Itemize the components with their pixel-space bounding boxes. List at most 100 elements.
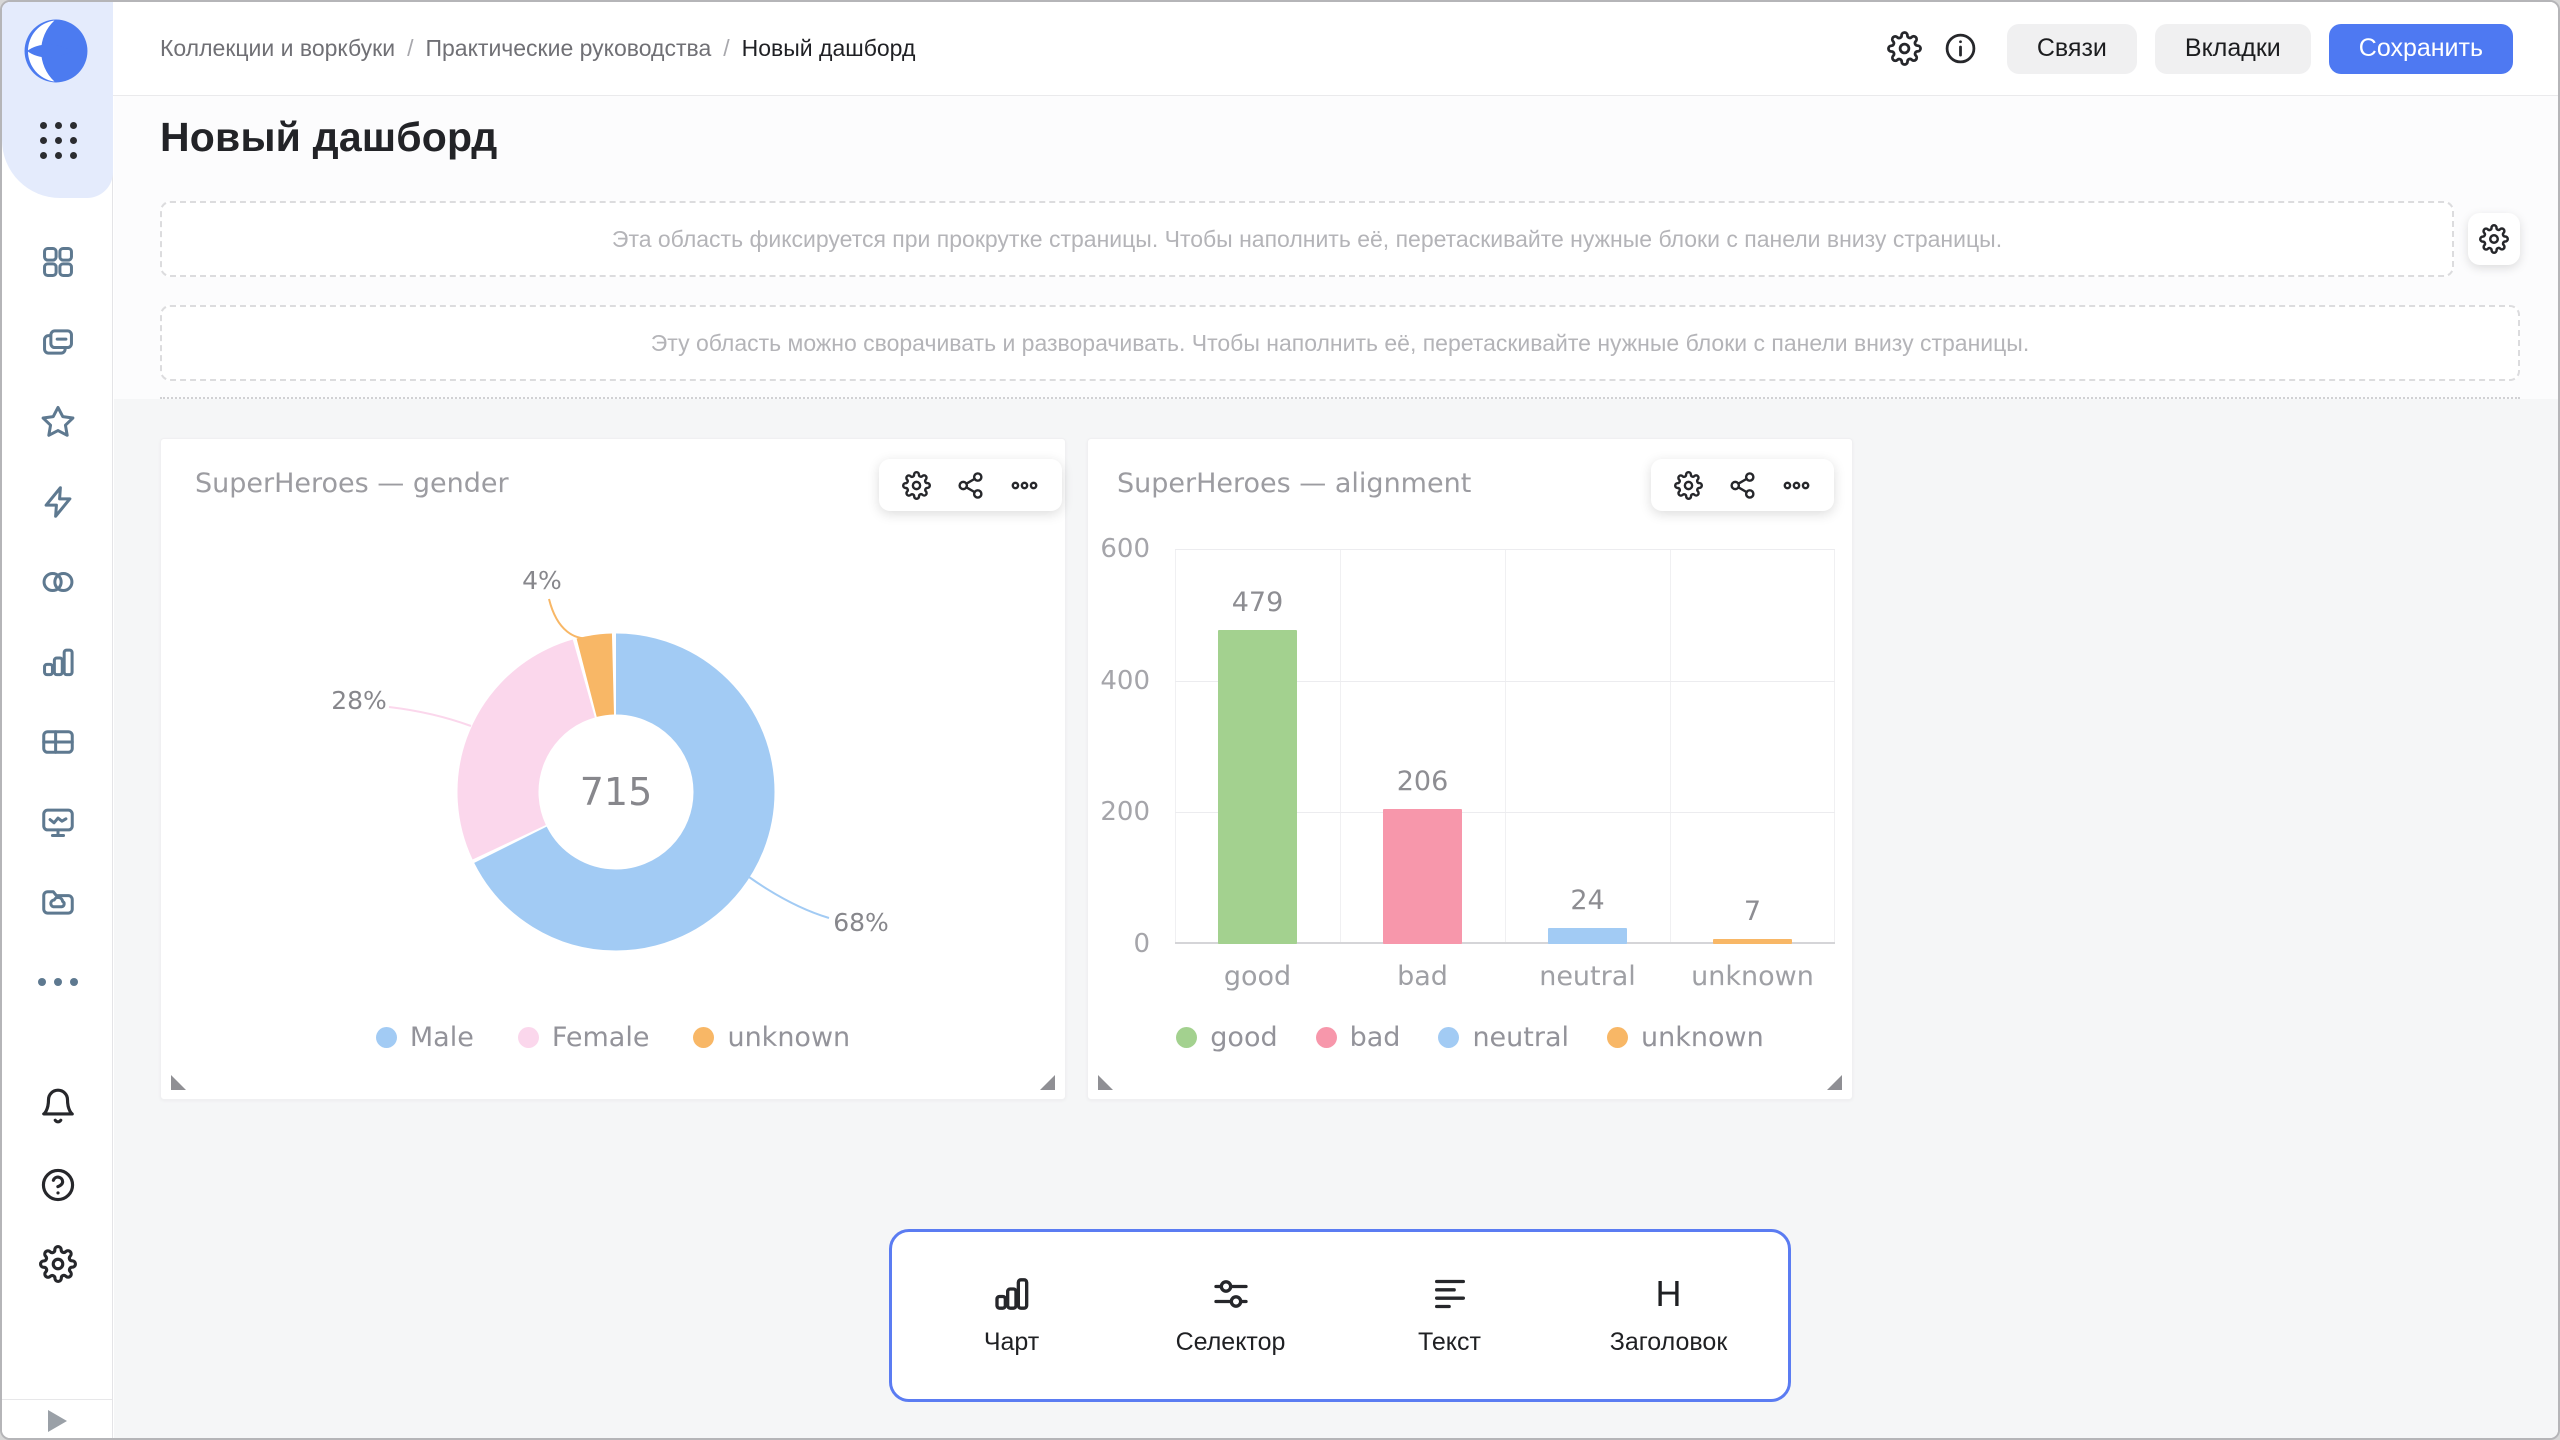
grid-icon <box>39 243 77 281</box>
leader-line-unknown <box>549 599 593 639</box>
fixed-area-placeholder[interactable]: Эта область фиксируется при прокрутке ст… <box>160 201 2454 277</box>
save-button[interactable]: Сохранить <box>2329 24 2513 74</box>
legend-item-good[interactable]: good <box>1176 1022 1277 1053</box>
ellipsis-icon <box>1010 471 1039 500</box>
sidebar-expand-button[interactable] <box>2 1399 112 1440</box>
widget-relations-button[interactable] <box>954 468 988 502</box>
sidebar-item-storage[interactable] <box>39 883 77 921</box>
bar-legend: good bad neutral unknown <box>1088 1022 1852 1053</box>
widget-settings-button[interactable] <box>1671 468 1705 502</box>
panel-item-label: Селектор <box>1176 1328 1286 1357</box>
gear-icon <box>1887 31 1922 66</box>
legend-marker <box>693 1027 714 1048</box>
legend-item-unknown[interactable]: unknown <box>1607 1022 1764 1053</box>
resize-handle-bottom-right[interactable] <box>1040 1075 1055 1090</box>
gear-icon <box>2479 224 2509 254</box>
header-separator <box>160 397 2520 399</box>
sidebar-item-overview[interactable] <box>39 243 77 281</box>
page-title: Новый дашборд <box>160 114 498 161</box>
sidebar-item-dashboards[interactable] <box>39 803 77 841</box>
bar-value: 206 <box>1340 766 1505 797</box>
breadcrumb-current: Новый дашборд <box>742 35 916 62</box>
sidebar-item-charts[interactable] <box>39 643 77 681</box>
widget-settings-button[interactable] <box>899 468 933 502</box>
sidebar-item-more[interactable] <box>39 963 77 1001</box>
info-icon <box>1943 31 1978 66</box>
bar-column-bad: 206 <box>1340 549 1505 944</box>
leader-line-female <box>389 707 471 726</box>
legend-item-male[interactable]: Male <box>376 1022 474 1053</box>
resize-handle-bottom-left[interactable] <box>171 1075 186 1090</box>
legend-item-bad[interactable]: bad <box>1316 1022 1401 1053</box>
panel-item-label: Заголовок <box>1610 1328 1728 1357</box>
info-button[interactable] <box>1933 21 1989 77</box>
apps-grid-icon[interactable] <box>40 122 77 159</box>
legend-item-unknown[interactable]: unknown <box>693 1022 850 1053</box>
donut-center-total: 715 <box>580 770 653 814</box>
y-tick-label: 200 <box>1088 797 1150 827</box>
gear-icon <box>1674 471 1703 500</box>
breadcrumb-separator: / <box>723 35 729 62</box>
sidebar-item-tables[interactable] <box>39 723 77 761</box>
dashboard-settings-button[interactable] <box>1877 21 1933 77</box>
relations-button[interactable]: Связи <box>2007 24 2137 74</box>
header-settings-button[interactable] <box>2468 213 2520 265</box>
legend-marker <box>1316 1027 1337 1048</box>
datalens-logo[interactable] <box>19 14 93 88</box>
sidebar-item-workbooks[interactable] <box>39 323 77 361</box>
legend-item-female[interactable]: Female <box>518 1022 650 1053</box>
bar-plot-area: 479 206 24 7 <box>1175 549 1835 944</box>
sidebar-item-datasets[interactable] <box>39 563 77 601</box>
widget-relations-button[interactable] <box>1726 468 1760 502</box>
panel-item-text[interactable]: Текст <box>1350 1274 1550 1357</box>
legend-marker <box>1176 1027 1197 1048</box>
panel-item-heading[interactable]: H Заголовок <box>1569 1274 1769 1357</box>
bar-unknown[interactable] <box>1713 939 1792 944</box>
breadcrumb: Коллекции и воркбуки / Практические руко… <box>160 2 915 95</box>
app-window: Коллекции и воркбуки / Практические руко… <box>0 0 2560 1440</box>
expand-icon <box>48 1410 67 1432</box>
monitor-icon <box>39 803 77 841</box>
x-category-label: bad <box>1340 961 1505 992</box>
settings-button[interactable] <box>39 1245 77 1283</box>
sidebar-item-favorites[interactable] <box>39 403 77 441</box>
legend-item-neutral[interactable]: neutral <box>1438 1022 1569 1053</box>
bar-bad[interactable] <box>1383 809 1462 944</box>
panel-item-selector[interactable]: Селектор <box>1131 1274 1331 1357</box>
circles-icon <box>39 563 77 601</box>
collapsible-area-placeholder[interactable]: Эту область можно сворачивать и разворач… <box>160 305 2520 381</box>
bar-good[interactable] <box>1218 630 1297 944</box>
legend-marker <box>376 1027 397 1048</box>
widget-alignment-chart[interactable]: SuperHeroes — alignment 600 <box>1087 438 1853 1100</box>
resize-handle-bottom-right[interactable] <box>1827 1075 1842 1090</box>
help-button[interactable] <box>39 1166 77 1204</box>
donut-chart: 4% 28% 68% 715 <box>161 439 1067 1101</box>
donut-legend: Male Female unknown <box>161 1022 1065 1053</box>
widget-more-button[interactable] <box>1008 468 1042 502</box>
breadcrumb-workbook[interactable]: Практические руководства <box>425 35 711 62</box>
bar-value: 479 <box>1175 587 1340 618</box>
y-tick-label: 400 <box>1088 666 1150 696</box>
topbar: Коллекции и воркбуки / Практические руко… <box>113 2 2558 96</box>
sidebar-item-connections[interactable] <box>39 483 77 521</box>
panel-item-chart[interactable]: Чарт <box>912 1274 1112 1357</box>
widget-title: SuperHeroes — alignment <box>1117 469 1471 499</box>
widget-gender-chart[interactable]: SuperHeroes — gender <box>160 438 1066 1100</box>
more-icon <box>38 978 78 986</box>
widget-more-button[interactable] <box>1780 468 1814 502</box>
bar-column-good: 479 <box>1175 549 1340 944</box>
bar-neutral[interactable] <box>1548 928 1627 944</box>
legend-label: neutral <box>1472 1022 1569 1053</box>
sidebar-footer-icons <box>2 1087 113 1283</box>
topbar-actions: Связи Вкладки Сохранить <box>1877 2 2513 95</box>
bar-column-neutral: 24 <box>1505 549 1670 944</box>
bolt-icon <box>39 483 77 521</box>
breadcrumb-collections[interactable]: Коллекции и воркбуки <box>160 35 395 62</box>
notifications-button[interactable] <box>39 1087 77 1125</box>
sidebar-nav <box>2 243 113 1001</box>
bell-icon <box>39 1087 77 1125</box>
tabs-button[interactable]: Вкладки <box>2155 24 2311 74</box>
panel-item-label: Чарт <box>984 1328 1039 1357</box>
resize-handle-bottom-left[interactable] <box>1098 1075 1113 1090</box>
chart-bars-icon <box>992 1274 1032 1314</box>
